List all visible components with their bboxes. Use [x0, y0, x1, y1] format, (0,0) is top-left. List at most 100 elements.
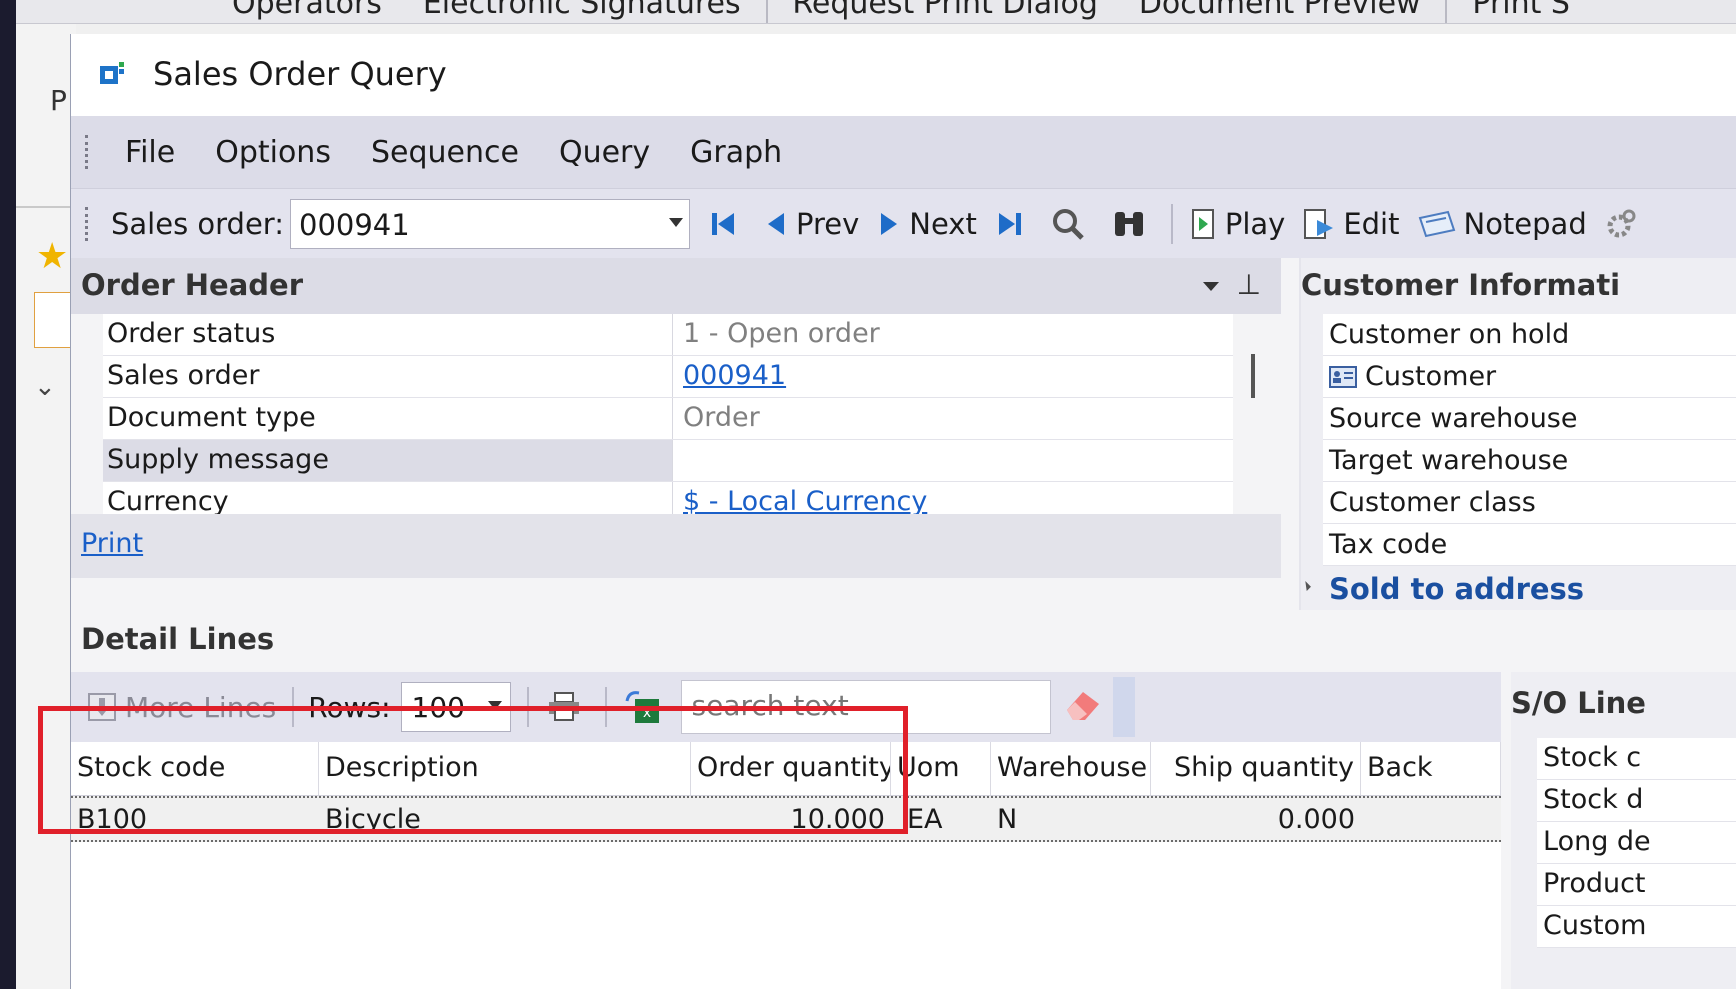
expand-triangle-icon[interactable] — [1301, 581, 1311, 591]
collapse-triangle-icon[interactable] — [1203, 282, 1219, 291]
prop-key: Supply message — [103, 440, 673, 481]
clear-search-button[interactable] — [1063, 686, 1103, 729]
so-row: Custom — [1537, 906, 1736, 948]
sales-order-label: Sales order: — [111, 206, 284, 241]
play-icon — [1191, 208, 1214, 239]
background-toolbar: Operators Electronic Signatures Request … — [16, 0, 1736, 24]
menu-file[interactable]: File — [105, 135, 195, 170]
app-icon — [100, 62, 124, 84]
so-lines-grid: Stock c Stock d Long de Product Custom — [1537, 738, 1736, 948]
next-button[interactable]: Next — [877, 207, 977, 241]
cust-row-label: Customer — [1365, 361, 1497, 392]
chevron-down-icon[interactable]: ⌄ — [34, 372, 56, 402]
binoculars-icon — [1114, 211, 1143, 236]
bg-item-electronic-signatures[interactable]: Electronic Signatures — [407, 0, 757, 21]
highlight-box — [38, 706, 908, 834]
sold-to-address-section[interactable]: Sold to address — [1301, 566, 1736, 608]
edit-icon — [1304, 208, 1334, 239]
customer-information-grid: Customer on hold Customer Source warehou… — [1301, 314, 1736, 608]
find-button[interactable] — [1111, 208, 1155, 240]
search-button[interactable] — [1051, 207, 1093, 241]
customer-information-panel: Customer Informati Customer on hold Cust… — [1299, 258, 1736, 610]
edit-label: Edit — [1343, 206, 1400, 241]
separator — [1170, 203, 1173, 244]
so-row: Stock d — [1537, 780, 1736, 822]
window-title: Sales Order Query — [153, 55, 447, 93]
bg-item-document-preview[interactable]: Document Preview — [1123, 0, 1437, 21]
order-header-title: Order Header — [81, 268, 304, 302]
separator — [1445, 0, 1448, 23]
cell-back — [1361, 798, 1501, 840]
last-record-icon — [998, 212, 1021, 235]
bg-item-request-print-dialog[interactable]: Request Print Dialog — [776, 0, 1114, 21]
last-button[interactable] — [995, 209, 1033, 239]
first-button[interactable] — [708, 209, 746, 239]
toolbar-overflow-chip[interactable] — [1112, 677, 1135, 737]
so-row: Product — [1537, 864, 1736, 906]
cell-warehouse: N — [997, 804, 1018, 835]
prop-value: Order — [683, 402, 760, 433]
so-row: Long de — [1537, 822, 1736, 864]
print-area: Print — [71, 514, 1281, 578]
edit-button[interactable]: Edit — [1303, 206, 1400, 241]
grip-icon[interactable] — [85, 135, 91, 169]
prev-label: Prev — [796, 206, 860, 241]
detail-lines-title: Detail Lines — [81, 622, 275, 656]
dropdown-arrow-icon[interactable] — [669, 217, 683, 227]
cust-row-customer[interactable]: Customer — [1323, 356, 1736, 398]
query-toolbar: Sales order: 000941 Prev Next Play Edit … — [71, 188, 1736, 258]
sales-order-query-window: Sales Order Query File Options Sequence … — [70, 34, 1736, 989]
cust-row: Source warehouse — [1323, 398, 1736, 440]
menu-bar: File Options Sequence Query Graph — [71, 116, 1736, 188]
pin-icon[interactable]: ⊥ — [1237, 268, 1261, 301]
first-record-icon — [712, 212, 734, 235]
divider — [16, 206, 76, 208]
menu-sequence[interactable]: Sequence — [351, 135, 539, 170]
prop-value: 1 - Open order — [683, 318, 880, 349]
background-letter: P — [50, 84, 67, 117]
order-header-head: Order Header ⊥ — [71, 258, 1281, 314]
grip-icon[interactable] — [85, 206, 91, 241]
section-label: Sold to address — [1329, 572, 1585, 606]
order-header-grid: Order status 1 - Open order Sales order … — [103, 314, 1233, 524]
bg-item-print[interactable]: Print S — [1456, 0, 1586, 21]
cust-row: Customer class — [1323, 482, 1736, 524]
next-label: Next — [909, 206, 977, 241]
column-header-warehouse[interactable]: Warehouse — [991, 742, 1151, 795]
bg-item-operators[interactable]: Operators — [216, 0, 398, 21]
cell-ship-quantity: 0.000 — [1277, 804, 1355, 835]
menu-query[interactable]: Query — [539, 135, 670, 170]
contact-card-icon — [1329, 365, 1357, 388]
customer-information-title: Customer Informati — [1301, 268, 1621, 302]
search-icon — [1052, 208, 1084, 240]
so-lines-panel: S/O Line Stock c Stock d Long de Product… — [1511, 672, 1736, 989]
cust-row: Target warehouse — [1323, 440, 1736, 482]
column-header-back[interactable]: Back — [1361, 742, 1501, 795]
notepad-label: Notepad — [1463, 206, 1587, 241]
menu-graph[interactable]: Graph — [670, 135, 802, 170]
print-link[interactable]: Print — [81, 528, 143, 559]
gear-icon — [1607, 209, 1636, 237]
play-label: Play — [1224, 206, 1286, 241]
play-button[interactable]: Play — [1191, 207, 1285, 241]
cust-row: Tax code — [1323, 524, 1736, 566]
sales-order-combo[interactable]: 000941 — [290, 198, 690, 249]
menu-options[interactable]: Options — [195, 135, 351, 170]
prop-row-document-type: Document type Order — [103, 398, 1233, 440]
eraser-icon — [1066, 691, 1099, 720]
vertical-scrollbar[interactable] — [1251, 354, 1255, 398]
prop-key: Order status — [103, 314, 673, 355]
prop-key: Sales order — [103, 356, 673, 397]
so-lines-title: S/O Line — [1511, 686, 1646, 720]
prev-icon — [768, 212, 784, 235]
prev-button[interactable]: Prev — [764, 207, 859, 241]
sales-order-link[interactable]: 000941 — [673, 356, 1233, 397]
sales-order-value[interactable]: 000941 — [299, 208, 410, 242]
notepad-button[interactable]: Notepad — [1418, 207, 1587, 241]
notepad-icon — [1418, 210, 1455, 237]
prop-key: Document type — [103, 398, 673, 439]
title-bar: Sales Order Query — [71, 34, 1736, 116]
settings-button[interactable] — [1605, 208, 1645, 240]
prop-value — [673, 440, 1233, 481]
column-header-ship-quantity[interactable]: Ship quantity — [1151, 742, 1361, 795]
